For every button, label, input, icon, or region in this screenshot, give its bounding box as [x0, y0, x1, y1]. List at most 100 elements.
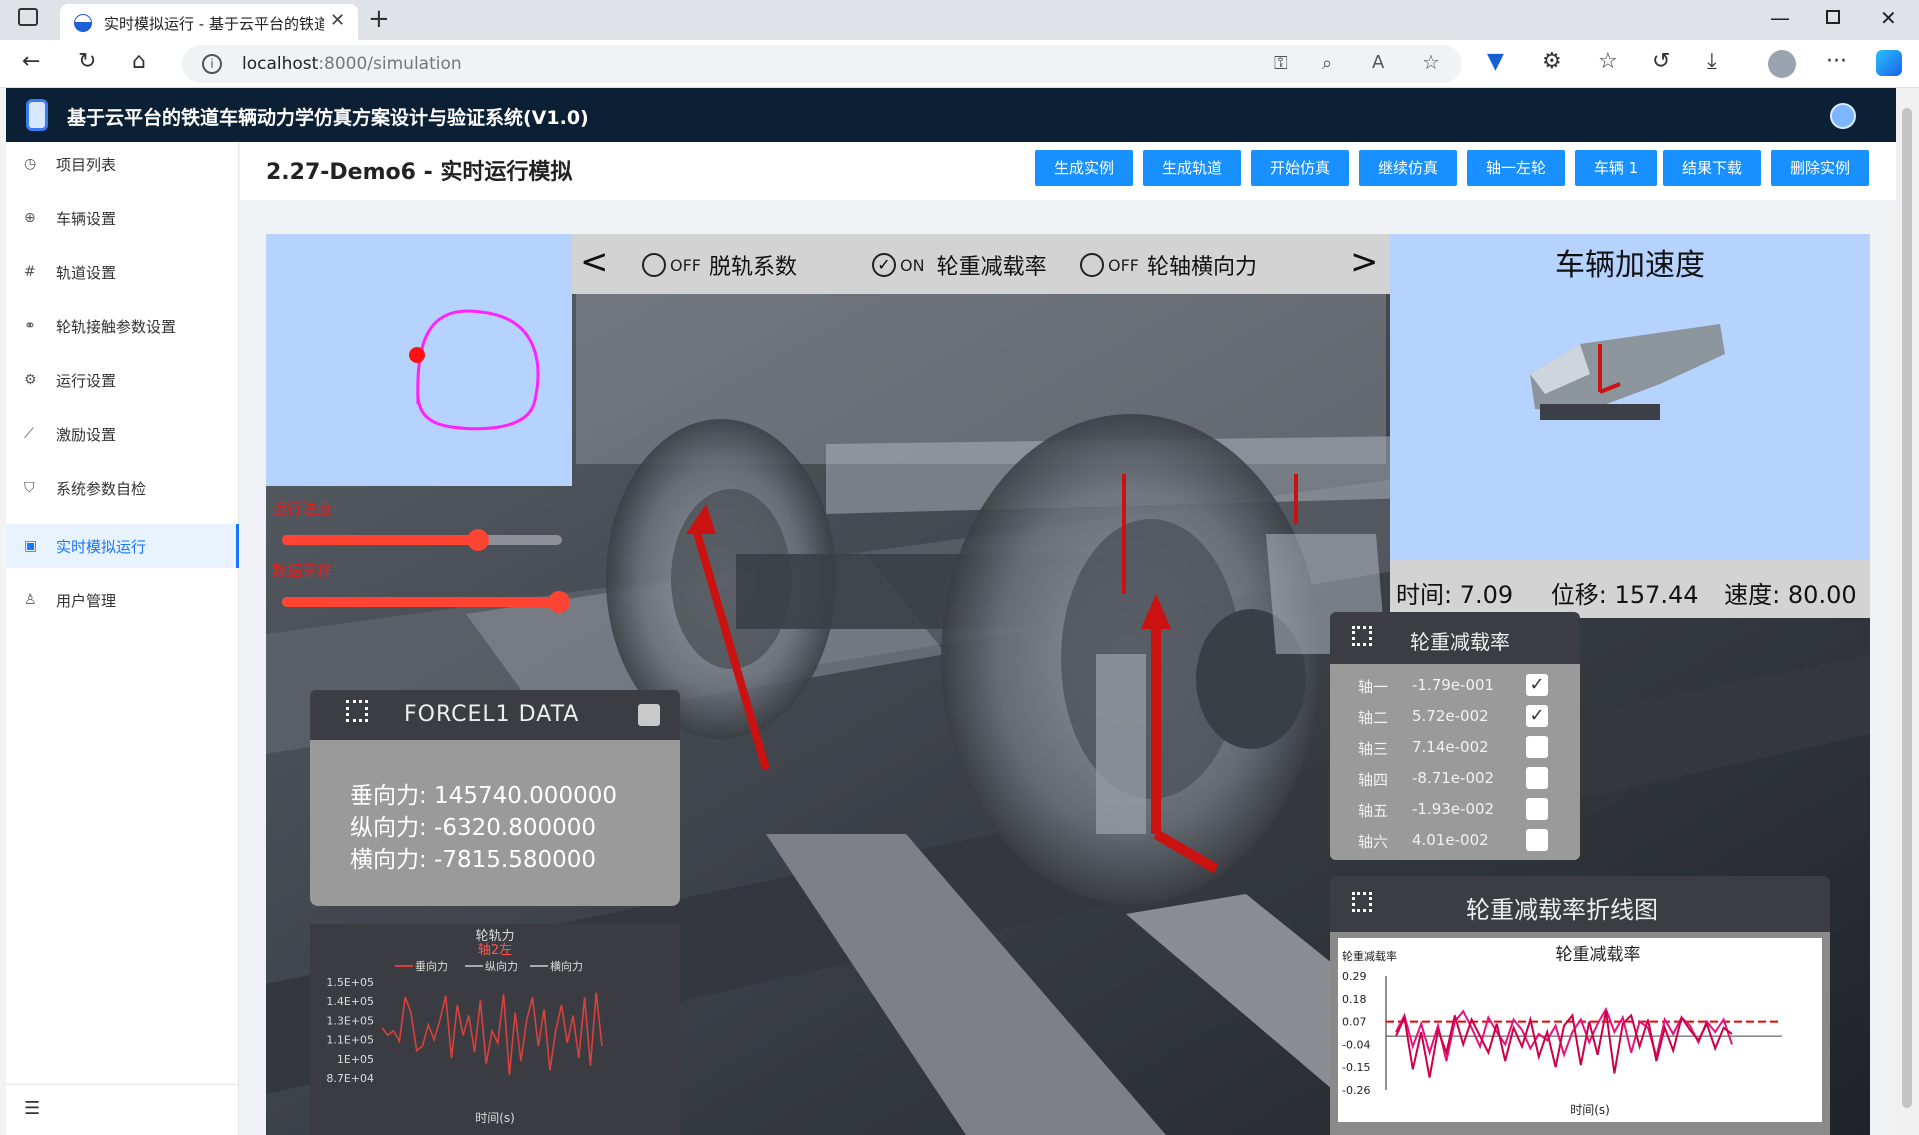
back-icon[interactable]: ←	[22, 49, 40, 74]
continue-simulation-button[interactable]: 继续仿真	[1359, 150, 1457, 186]
expand-icon[interactable]	[346, 700, 368, 722]
sidebar-item-excitation[interactable]: ⟋ 激励设置	[6, 412, 239, 456]
train-logo-icon	[26, 99, 48, 131]
download-icon[interactable]: ⤓	[1707, 49, 1717, 74]
sidebar-item-run[interactable]: ⚙ 运行设置	[6, 358, 239, 402]
close-window-icon[interactable]: ✕	[1880, 6, 1897, 30]
y-tick-label: -0.15	[1342, 1061, 1370, 1074]
reduction-row: 轴五 -1.93e-002	[1330, 796, 1580, 824]
checkbox[interactable]	[1526, 798, 1548, 820]
checkbox[interactable]	[1526, 829, 1548, 851]
reduction-panel-header: 轮重减载率	[1330, 612, 1580, 664]
favorite-star-icon[interactable]: ☆	[1422, 50, 1440, 74]
y-tick-label: 1.1E+05	[326, 1034, 374, 1047]
sidebar-item-project-list[interactable]: ◷ 项目列表	[6, 142, 239, 186]
sidebar-toggle-icon[interactable]	[18, 8, 38, 26]
force-panel-title: FORCEL1 DATA	[404, 702, 580, 727]
run-progress-label: 运行进度	[272, 500, 333, 518]
toggle-lateral-force[interactable]: OFF 轮轴横向力	[1080, 249, 1257, 281]
track-minimap	[266, 234, 572, 486]
reduction-value: 7.14e-002	[1412, 738, 1489, 756]
copilot-icon[interactable]	[1876, 50, 1902, 76]
reduction-value: 5.72e-002	[1412, 707, 1489, 725]
toggle-derailment[interactable]: OFF 脱轨系数	[642, 249, 797, 281]
close-tab-icon[interactable]: ✕	[330, 10, 345, 31]
toggle-wheel-unloading[interactable]: ✓ ON 轮重减载率	[872, 249, 1047, 281]
extension-icon[interactable]: ▼	[1487, 49, 1504, 74]
sidebar-item-contact[interactable]: ⚭ 轮轨接触参数设置	[6, 304, 239, 348]
url-host: localhost	[242, 54, 319, 74]
run-progress-slider[interactable]	[282, 529, 562, 551]
slider-handle[interactable]	[467, 529, 489, 551]
favorites-icon[interactable]: ☆	[1598, 49, 1618, 74]
sidebar-item-track[interactable]: # 轨道设置	[6, 250, 239, 294]
checkbox[interactable]	[1526, 767, 1548, 789]
sidebar-item-selfcheck[interactable]: ⛉ 系统参数自检	[6, 466, 239, 510]
create-instance-button[interactable]: 生成实例	[1035, 150, 1133, 186]
collapse-menu-icon[interactable]: ☰	[24, 1098, 40, 1119]
next-arrow-icon[interactable]: >	[1350, 242, 1379, 282]
clock-icon: ◷	[24, 156, 37, 172]
axle-wheel-select-button[interactable]: 轴一左轮	[1467, 150, 1565, 186]
profile-avatar[interactable]	[1768, 50, 1796, 78]
generate-track-button[interactable]: 生成轨道	[1143, 150, 1241, 186]
simulation-viewport[interactable]: < OFF 脱轨系数 ✓ ON 轮重减载率 OFF 轮轴横向力 > 运行进度 数…	[266, 234, 1870, 1135]
speed-label: 速度:	[1724, 581, 1781, 609]
expand-icon[interactable]	[1352, 626, 1372, 646]
axle-label: 轴六	[1358, 833, 1389, 851]
more-icon[interactable]: ···	[1826, 49, 1847, 74]
slider-fill	[282, 597, 560, 607]
reduction-chart-frame: 轮重减载率 轮重减载率 时间(s) 0.29 0.18 0.07 -0.04 -0.15 -0.…	[1330, 932, 1830, 1135]
wheel-rail-force-chart: 轮轨力 轴2左 垂向力 纵向力 横向力 1.5E+05 1.4E+05 1.3E+05 1.1E…	[310, 924, 680, 1135]
start-simulation-button[interactable]: 开始仿真	[1251, 150, 1349, 186]
zoom-icon[interactable]: ⌕	[1322, 53, 1332, 74]
puzzle-icon[interactable]: ⚙	[1542, 49, 1562, 74]
home-icon[interactable]: ⌂	[132, 49, 146, 74]
sampling-slider[interactable]	[282, 591, 571, 613]
axle-label: 轴二	[1358, 709, 1389, 727]
reduction-chart-header: 轮重减载率折线图	[1330, 876, 1830, 932]
axle-label: 轴一	[1358, 678, 1389, 696]
track-path	[409, 309, 540, 431]
link-icon: ⚭	[24, 318, 36, 334]
y-tick-label: 0.29	[1342, 970, 1367, 983]
maximize-icon[interactable]	[1826, 10, 1840, 24]
url-path: :8000/simulation	[318, 54, 462, 74]
download-results-button[interactable]: 结果下载	[1663, 150, 1761, 186]
page-scrollbar[interactable]	[1896, 88, 1919, 1135]
checkbox[interactable]	[1526, 736, 1548, 758]
hash-icon: #	[24, 264, 36, 280]
sidebar-item-vehicle[interactable]: ⊕ 车辆设置	[6, 196, 239, 240]
prev-arrow-icon[interactable]: <	[580, 242, 609, 282]
info-icon[interactable]: i	[202, 54, 222, 74]
minimize-icon[interactable]: —	[1770, 6, 1790, 30]
reduction-chart-svg: 轮重减载率 轮重减载率时间(s) 0.29 0.18 0.07 -0.04 -0.15 -0.…	[1342, 945, 1782, 1117]
sidebar-item-simulation[interactable]: ▣ 实时模拟运行	[6, 524, 239, 568]
refresh-icon[interactable]: ↻	[78, 49, 96, 74]
read-aloud-icon[interactable]: A	[1372, 52, 1384, 73]
expand-icon[interactable]	[1352, 892, 1372, 912]
checkbox-checked[interactable]: ✓	[1526, 705, 1548, 727]
user-avatar[interactable]	[1830, 103, 1856, 129]
browser-tab[interactable]: 实时模拟运行 - 基于云平台的铁道车辆动力学仿真 ✕	[60, 4, 358, 40]
y-tick-label: -0.26	[1342, 1084, 1370, 1097]
toggle-label: 轮轴横向力	[1147, 255, 1258, 280]
reduction-row: 轴三 7.14e-002	[1330, 734, 1580, 762]
force-panel-checkbox[interactable]	[638, 704, 660, 726]
delete-instance-button[interactable]: 删除实例	[1771, 150, 1869, 186]
sidebar-item-label: 用户管理	[56, 591, 117, 610]
scrollbar-thumb[interactable]	[1902, 108, 1912, 1108]
displacement-value: 157.44	[1614, 581, 1699, 609]
url-input[interactable]: i localhost:8000/simulation ⚿ ⌕ A ☆	[182, 45, 1462, 83]
sidebar-item-users[interactable]: ♙ 用户管理	[6, 578, 239, 622]
key-icon[interactable]: ⚿	[1274, 53, 1288, 74]
reduction-table: 轴一 -1.79e-001 ✓ 轴二 5.72e-002 ✓ 轴三 7.14e-002 轴四 -8…	[1330, 664, 1580, 860]
history-icon[interactable]: ↺	[1652, 49, 1670, 74]
vehicle-select-button[interactable]: 车辆 1	[1575, 150, 1657, 186]
sidebar-item-label: 运行设置	[56, 371, 117, 390]
reduction-value: -1.93e-002	[1412, 800, 1495, 818]
y-tick-label: 1.3E+05	[326, 1014, 374, 1027]
new-tab-button[interactable]: +	[368, 4, 390, 34]
checkbox-checked[interactable]: ✓	[1526, 674, 1548, 696]
force-panel-body: 垂向力: 145740.000000 纵向力: -6320.800000 横向力…	[310, 740, 680, 906]
